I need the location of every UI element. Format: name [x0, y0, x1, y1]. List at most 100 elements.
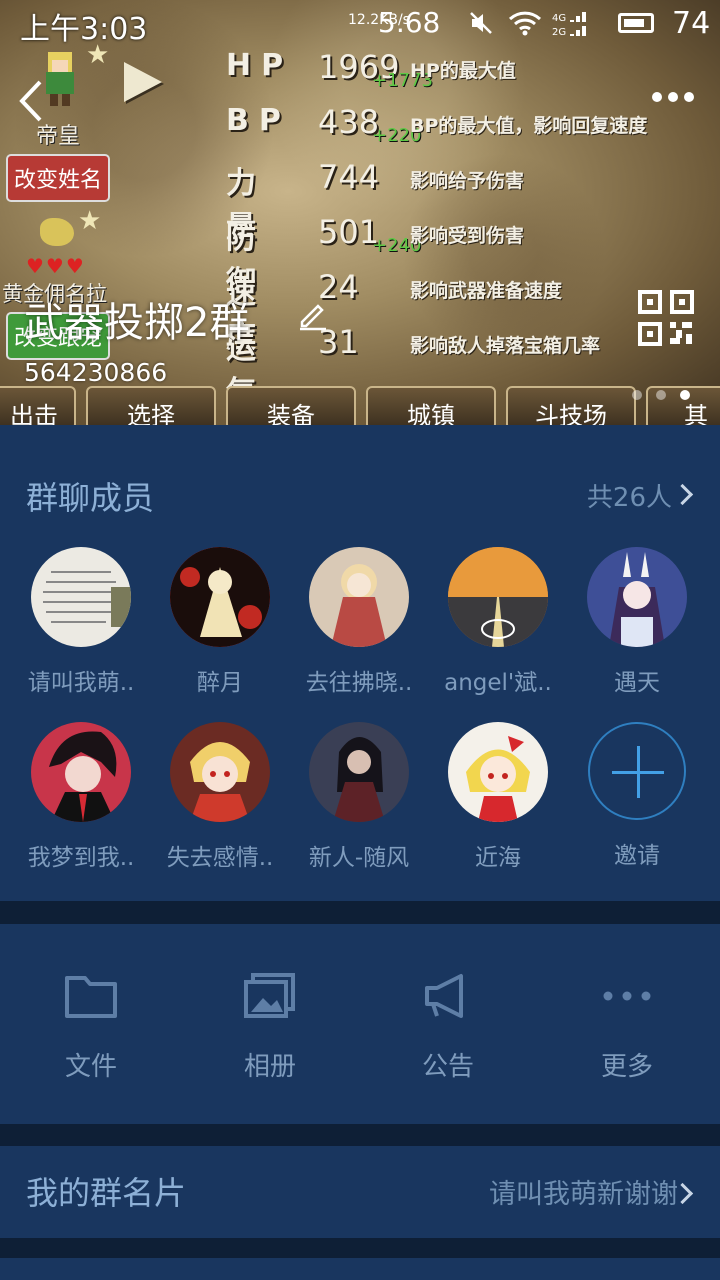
member-item[interactable]: 失去感情..: [151, 722, 289, 872]
stat-desc: 影响受到伤害: [410, 225, 525, 247]
stat-desc: 影响武器准备速度: [410, 280, 563, 302]
tool-label: 更多: [600, 1052, 653, 1082]
battery-icon: [618, 13, 654, 33]
stat-label: HP: [226, 48, 294, 83]
tab-equip: 装备: [226, 386, 356, 425]
member-name: 近海: [475, 845, 521, 871]
star-icon: ★: [78, 206, 102, 236]
member-item[interactable]: 去往拂晓..: [290, 547, 428, 697]
stat-desc: BP的最大值，影响回复速度: [410, 115, 648, 137]
member-name: 失去感情..: [166, 845, 274, 871]
member-name: 新人-随风: [308, 845, 410, 871]
status-bar: 上午3:03 12.2KB/s 5.68 4G 2G 74: [0, 0, 720, 50]
announcement-button[interactable]: 公告: [373, 972, 523, 1083]
stat-desc: 影响给予伤害: [410, 170, 525, 192]
card-value: 请叫我萌新谢谢: [489, 1179, 678, 1210]
member-name: 请叫我萌..: [27, 670, 135, 696]
avatar-image: [609, 552, 665, 647]
avatar: [309, 547, 409, 647]
stat-label: BP: [226, 103, 291, 138]
member-item[interactable]: 新人-随风: [290, 722, 428, 872]
section-divider: [0, 1124, 720, 1146]
back-arrow-icon[interactable]: [16, 78, 46, 124]
member-count[interactable]: 共26人: [587, 477, 672, 514]
dot: [668, 92, 678, 102]
members-section[interactable]: 群聊成员 共26人 请叫我萌.. 醉月 去往拂晓.. angel'斌.. 遇天 …: [0, 425, 720, 901]
pet-sprite: [40, 218, 74, 246]
tab-select: 选择: [86, 386, 216, 425]
more-button[interactable]: 更多: [552, 972, 702, 1083]
rename-button: 改变姓名: [6, 154, 110, 202]
more-options-button[interactable]: [652, 92, 694, 102]
next-section: [0, 1258, 720, 1280]
avatar-image: [331, 564, 387, 647]
clock: 上午3:03: [20, 12, 148, 47]
wifi-icon: [508, 11, 542, 36]
section-divider: [0, 1238, 720, 1258]
network-speed: 5.68: [378, 6, 441, 39]
group-name: 武器投掷2群: [24, 300, 250, 346]
avatar-image: [333, 737, 385, 822]
tool-label: 相册: [243, 1052, 296, 1082]
files-button[interactable]: 文件: [16, 972, 166, 1083]
megaphone-icon: [425, 974, 463, 1018]
section-divider: [0, 901, 720, 924]
avatar-image: [466, 736, 530, 822]
avatar: [587, 547, 687, 647]
my-group-card-row[interactable]: 我的群名片 请叫我萌新谢谢: [0, 1146, 720, 1238]
chevron-right-icon: [671, 483, 694, 506]
member-item[interactable]: 近海: [429, 722, 567, 872]
card-title: 我的群名片: [26, 1174, 187, 1212]
avatar: [309, 722, 409, 822]
hearts-icon: ♥♥♥: [26, 254, 86, 278]
avatar: [448, 722, 548, 822]
tab-town: 城镇: [366, 386, 496, 425]
tool-label: 公告: [421, 1052, 474, 1082]
more-dots-icon: [603, 991, 651, 1001]
avatar: [31, 547, 131, 647]
battery-level: 74: [672, 6, 711, 41]
album-button[interactable]: 相册: [195, 972, 345, 1083]
add-icon: [588, 722, 686, 820]
play-icon: [124, 62, 162, 102]
avatar-image: [43, 571, 131, 627]
avatar: [170, 722, 270, 822]
svg-text:4G: 4G: [552, 13, 566, 24]
avatar-image: [190, 742, 250, 822]
invite-button[interactable]: 邀请: [568, 722, 706, 870]
tab-arena: 斗技场: [506, 386, 636, 425]
mute-icon: [470, 12, 492, 34]
member-name: 去往拂晓..: [305, 670, 413, 696]
avatar: [31, 722, 131, 822]
avatar: [448, 547, 548, 647]
indicator-dot: [656, 390, 666, 400]
member-name: angel'斌..: [444, 670, 552, 696]
member-item[interactable]: angel'斌..: [429, 547, 567, 697]
qr-code-icon[interactable]: [636, 288, 696, 348]
avatar-image: [49, 731, 117, 822]
group-cover-header: 上午3:03 12.2KB/s 5.68 4G 2G 74 ★ 帝皇 改变姓名 …: [0, 0, 720, 425]
edit-pencil-icon[interactable]: [296, 298, 330, 332]
member-item[interactable]: 醉月: [151, 547, 289, 697]
stat-desc: HP的最大值: [410, 60, 516, 82]
svg-text:2G: 2G: [552, 27, 566, 38]
tab-sortie: 出击: [0, 386, 76, 425]
folder-icon: [65, 976, 117, 1018]
game-tab-bar: 出击 选择 装备 城镇 斗技场 其: [0, 386, 720, 425]
dot: [652, 92, 662, 102]
invite-label: 邀请: [614, 843, 660, 869]
tool-label: 文件: [64, 1052, 117, 1082]
member-name: 我梦到我..: [27, 845, 135, 871]
dot: [684, 92, 694, 102]
member-name: 遇天: [614, 670, 660, 696]
avatar: [170, 547, 270, 647]
member-item[interactable]: 请叫我萌..: [12, 547, 150, 697]
avatar-image: [448, 547, 548, 647]
signal-icon: 4G 2G: [552, 12, 586, 38]
member-name: 醉月: [197, 670, 243, 696]
album-icon: [244, 973, 295, 1018]
stat-desc: 影响敌人掉落宝箱几率: [410, 335, 601, 357]
avatar-image: [170, 547, 270, 647]
member-item[interactable]: 我梦到我..: [12, 722, 150, 872]
member-item[interactable]: 遇天: [568, 547, 706, 697]
